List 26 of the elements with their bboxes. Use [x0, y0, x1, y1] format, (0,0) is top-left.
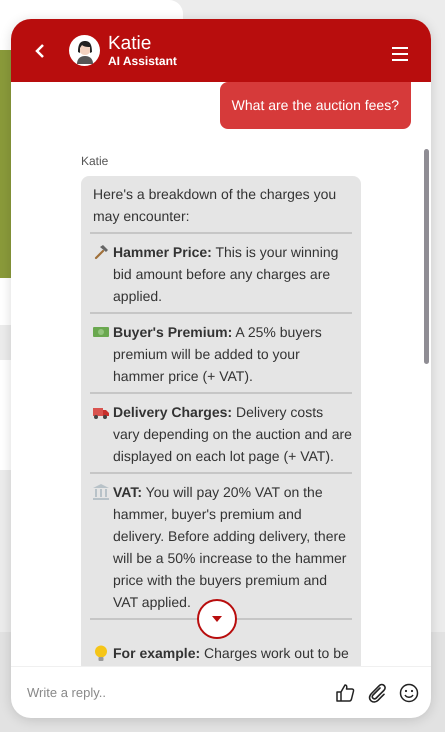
thumbs-up-icon — [335, 682, 355, 702]
fee-description: Delivery Charges: Delivery costs vary depending on the auction and are displayed on each lot page (+ VAT). — [113, 403, 352, 466]
user-message: What are the auction fees? — [220, 82, 411, 129]
assistant-name: Katie — [108, 34, 152, 54]
scrollbar[interactable] — [424, 149, 429, 364]
fee-description: VAT: You will pay 20% VAT on the hammer, buyer's premium and delivery. Before adding delivery, there will be a 50% increase to the hammer price with the buyers premium and VAT applied. — [113, 483, 348, 612]
avatar-icon — [69, 35, 100, 66]
banknote-icon — [93, 324, 109, 340]
like-button[interactable] — [335, 682, 355, 702]
message-text: Here's a breakdown of the charges you may encounter: — [93, 186, 336, 224]
attach-button[interactable] — [367, 682, 387, 702]
smiley-icon — [399, 682, 419, 702]
sender-name: Katie — [81, 153, 110, 170]
fee-description: Buyer's Premium: A 25% buyers premium will be added to your hammer price (+ VAT). — [113, 323, 323, 386]
caret-down-icon — [212, 616, 222, 622]
chevron-left-icon — [35, 44, 45, 58]
scroll-down-button[interactable] — [197, 599, 237, 639]
fee-description: Hammer Price: This is your winning bid amount before any charges are applied. — [113, 243, 340, 306]
emoji-button[interactable] — [399, 682, 419, 702]
paperclip-icon — [367, 682, 387, 702]
hammer-icon — [93, 244, 109, 260]
lightbulb-icon — [93, 645, 109, 661]
assistant-role: AI Assistant — [108, 54, 177, 68]
fee-description: For example: Charges work out to be — [113, 644, 349, 663]
menu-icon — [391, 46, 409, 62]
bank-icon — [93, 484, 109, 500]
